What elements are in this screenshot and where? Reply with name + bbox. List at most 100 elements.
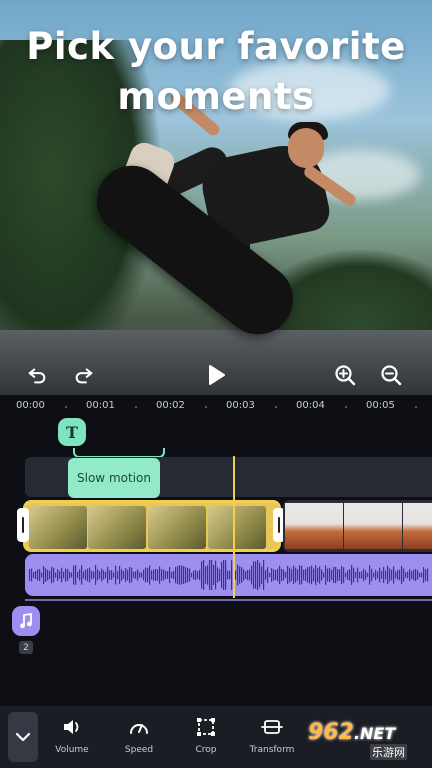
waveform-bar	[59, 571, 61, 579]
waveform-bar	[135, 571, 137, 579]
waveform-bar	[289, 567, 291, 583]
clip-thumbnail	[208, 506, 266, 549]
ruler-tick: 00:04	[296, 400, 325, 411]
waveform-bar	[161, 569, 163, 581]
waveform-bar	[247, 569, 249, 581]
waveform-bar	[53, 567, 55, 583]
waveform-bar	[395, 571, 397, 579]
waveform-bar	[255, 561, 257, 589]
playhead[interactable]	[233, 456, 235, 598]
waveform-bar	[55, 572, 57, 578]
music-layer-button[interactable]	[12, 606, 40, 636]
waveform-bar	[177, 566, 179, 584]
ruler-dot	[345, 406, 347, 408]
waveform-bar	[29, 569, 31, 581]
promo-headline: Pick your favorite moments	[0, 22, 432, 122]
selected-video-clip[interactable]	[23, 500, 281, 552]
waveform-bar	[343, 567, 345, 583]
waveform-bar	[193, 570, 195, 580]
waveform-bar	[363, 568, 365, 582]
play-icon	[209, 365, 225, 385]
waveform-bar	[57, 569, 59, 581]
waveform-bar	[283, 569, 285, 581]
waveform-bar	[277, 568, 279, 582]
waveform-bar	[183, 566, 185, 584]
waveform-bar	[317, 567, 319, 583]
waveform-bar	[243, 569, 245, 581]
ruler-dot	[275, 406, 277, 408]
waveform-bar	[415, 568, 417, 582]
handle-grip	[278, 517, 280, 533]
waveform-bar	[423, 567, 425, 583]
waveform-bar	[99, 571, 101, 579]
waveform-bar	[359, 571, 361, 579]
waveform-bar	[373, 572, 375, 578]
clip-trim-handle-left[interactable]	[17, 508, 29, 542]
waveform-bar	[361, 571, 363, 579]
waveform-bar	[151, 570, 153, 580]
audio-track[interactable]	[25, 554, 432, 596]
waveform-bar	[157, 569, 159, 581]
ruler-tick: 00:03	[226, 400, 255, 411]
waveform-bar	[297, 569, 299, 581]
music-note-icon	[20, 613, 32, 629]
video-clip[interactable]	[283, 500, 432, 552]
clip-thumbnail	[344, 503, 402, 549]
waveform-bar	[391, 569, 393, 581]
waveform-bar	[417, 570, 419, 580]
waveform-bar	[117, 571, 119, 579]
waveform-bar	[351, 565, 353, 585]
undo-button[interactable]	[24, 362, 50, 388]
tool-crop[interactable]: Crop	[176, 716, 236, 760]
tool-label: Speed	[124, 745, 154, 755]
waveform-bar	[119, 565, 121, 585]
tool-transform[interactable]: Transform	[242, 716, 302, 760]
waveform-bar	[211, 560, 213, 590]
waveform-bar	[357, 567, 359, 583]
waveform-bar	[285, 572, 287, 578]
waveform-bar	[241, 567, 243, 583]
waveform-bar	[45, 568, 47, 582]
waveform-bar	[185, 567, 187, 583]
waveform-bar	[77, 572, 79, 578]
waveform-bar	[263, 560, 265, 590]
waveform-bar	[273, 569, 275, 581]
slow-motion-effect[interactable]: Slow motion	[68, 458, 160, 498]
waveform-bar	[239, 566, 241, 584]
waveform-bar	[409, 569, 411, 581]
ruler-tick: 00:01	[86, 400, 115, 411]
clip-thumbnail	[88, 506, 146, 549]
zoom-out-button[interactable]	[378, 362, 404, 388]
waveform-bar	[95, 565, 97, 585]
clip-thumbnail	[285, 503, 343, 549]
waveform-bar	[251, 565, 253, 585]
waveform-bar	[143, 569, 145, 581]
waveform-bar	[83, 571, 85, 579]
waveform-bar	[175, 566, 177, 584]
waveform-bar	[163, 569, 165, 581]
tool-volume[interactable]: Volume	[42, 716, 102, 760]
waveform-bar	[131, 567, 133, 583]
tool-speed[interactable]: Speed	[109, 716, 169, 760]
waveform-bar	[305, 569, 307, 581]
waveform-bar	[111, 570, 113, 580]
volume-icon	[64, 720, 79, 734]
collapse-button[interactable]	[8, 712, 38, 762]
waveform-bar	[201, 561, 203, 589]
play-button[interactable]	[203, 362, 229, 388]
undo-icon	[28, 368, 46, 384]
waveform-bar	[325, 565, 327, 585]
ruler-dot	[135, 406, 137, 408]
text-icon: T	[66, 422, 78, 442]
waveform-bar	[107, 566, 109, 584]
waveform-bar	[129, 566, 131, 584]
zoom-in-button[interactable]	[332, 362, 358, 388]
text-layer-badge[interactable]: T	[58, 418, 86, 446]
redo-button[interactable]	[71, 362, 97, 388]
skater-head	[288, 128, 324, 168]
handle-grip	[22, 517, 24, 533]
waveform-bar	[169, 567, 171, 583]
waveform-bar	[387, 565, 389, 585]
waveform-bar	[115, 565, 117, 585]
waveform-bar	[321, 569, 323, 581]
